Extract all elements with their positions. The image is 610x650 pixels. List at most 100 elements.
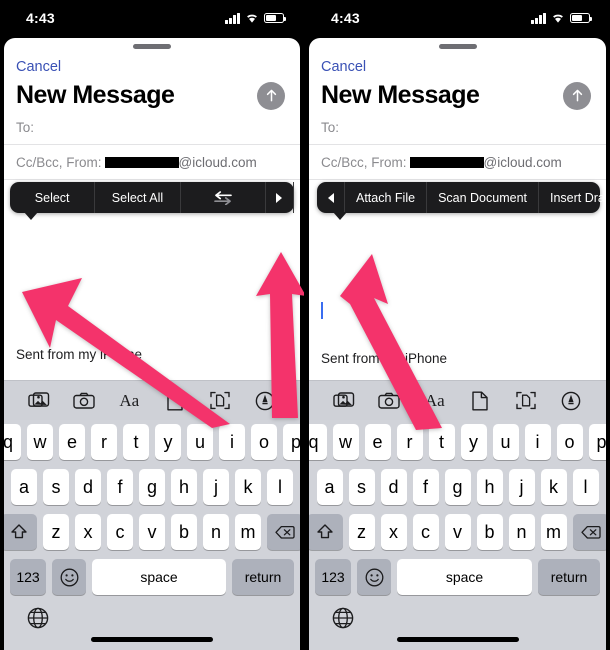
keyboard-row-2: a s d f g h j k l <box>312 469 603 505</box>
key-l[interactable]: l <box>572 469 599 505</box>
menu-item-scan-document[interactable]: Scan Document <box>427 182 539 213</box>
markup-pen-icon[interactable] <box>252 388 278 414</box>
key-r[interactable]: r <box>91 424 117 460</box>
shift-key[interactable] <box>4 514 37 550</box>
to-field[interactable]: To: <box>309 110 606 145</box>
key-a[interactable]: a <box>11 469 37 505</box>
key-c[interactable]: c <box>412 514 439 550</box>
document-icon[interactable] <box>162 388 188 414</box>
key-m[interactable]: m <box>540 514 567 550</box>
send-button[interactable] <box>563 81 591 110</box>
key-x[interactable]: x <box>380 514 407 550</box>
key-k[interactable]: k <box>540 469 567 505</box>
backspace-key[interactable] <box>267 514 300 550</box>
key-f[interactable]: f <box>412 469 439 505</box>
scan-document-icon[interactable] <box>207 388 233 414</box>
key-s[interactable]: s <box>43 469 69 505</box>
from-field[interactable]: Cc/Bcc, From: @icloud.com <box>4 145 300 180</box>
return-key[interactable]: return <box>232 559 294 595</box>
photos-icon[interactable] <box>26 388 52 414</box>
key-v[interactable]: v <box>139 514 165 550</box>
camera-icon[interactable] <box>71 388 97 414</box>
key-r[interactable]: r <box>396 424 423 460</box>
markup-pen-icon[interactable] <box>558 388 584 414</box>
menu-item-select[interactable]: Select <box>10 182 96 213</box>
key-d[interactable]: d <box>75 469 101 505</box>
numbers-key[interactable]: 123 <box>315 559 351 595</box>
key-o[interactable]: o <box>251 424 277 460</box>
key-q[interactable]: q <box>309 424 327 460</box>
to-field[interactable]: To: <box>4 110 300 145</box>
key-u[interactable]: u <box>187 424 213 460</box>
key-g[interactable]: g <box>444 469 471 505</box>
key-g[interactable]: g <box>139 469 165 505</box>
home-indicator[interactable] <box>91 637 213 642</box>
emoji-key[interactable] <box>357 559 391 595</box>
key-e[interactable]: e <box>59 424 85 460</box>
scan-document-icon[interactable] <box>513 388 539 414</box>
menu-item-attach-file[interactable]: Attach File <box>345 182 428 213</box>
send-button[interactable] <box>257 81 285 110</box>
key-p[interactable]: p <box>283 424 300 460</box>
key-a[interactable]: a <box>316 469 343 505</box>
key-b[interactable]: b <box>476 514 503 550</box>
key-x[interactable]: x <box>75 514 101 550</box>
space-key[interactable]: space <box>397 559 532 595</box>
key-i[interactable]: i <box>524 424 551 460</box>
cancel-button[interactable]: Cancel <box>309 49 606 75</box>
key-z[interactable]: z <box>43 514 69 550</box>
key-h[interactable]: h <box>171 469 197 505</box>
globe-language-icon[interactable] <box>331 606 355 630</box>
key-t[interactable]: t <box>123 424 149 460</box>
key-f[interactable]: f <box>107 469 133 505</box>
key-y[interactable]: y <box>155 424 181 460</box>
menu-item-insert-drawing[interactable]: Insert Drawing <box>539 182 606 213</box>
key-h[interactable]: h <box>476 469 503 505</box>
key-y[interactable]: y <box>460 424 487 460</box>
key-o[interactable]: o <box>556 424 583 460</box>
key-d[interactable]: d <box>380 469 407 505</box>
key-n[interactable]: n <box>508 514 535 550</box>
key-i[interactable]: i <box>219 424 245 460</box>
key-t[interactable]: t <box>428 424 455 460</box>
text-format-aa-icon[interactable]: Aa <box>116 388 142 414</box>
key-s[interactable]: s <box>348 469 375 505</box>
from-field[interactable]: Cc/Bcc, From: @icloud.com <box>309 145 606 180</box>
shift-key[interactable] <box>309 514 343 550</box>
menu-next-page-button[interactable] <box>266 182 294 213</box>
key-n[interactable]: n <box>203 514 229 550</box>
globe-language-icon[interactable] <box>26 606 50 630</box>
key-j[interactable]: j <box>508 469 535 505</box>
numbers-key[interactable]: 123 <box>10 559 46 595</box>
document-icon[interactable] <box>467 388 493 414</box>
text-context-menu[interactable]: Attach File Scan Document Insert Drawing <box>317 182 606 220</box>
key-e[interactable]: e <box>364 424 391 460</box>
text-context-menu[interactable]: Select Select All <box>10 182 294 220</box>
home-indicator[interactable] <box>396 637 519 642</box>
key-z[interactable]: z <box>348 514 375 550</box>
key-p[interactable]: p <box>588 424 606 460</box>
cancel-button[interactable]: Cancel <box>4 49 300 75</box>
key-u[interactable]: u <box>492 424 519 460</box>
key-v[interactable]: v <box>444 514 471 550</box>
photos-icon[interactable] <box>331 388 357 414</box>
key-m[interactable]: m <box>235 514 261 550</box>
key-w[interactable]: w <box>332 424 359 460</box>
key-k[interactable]: k <box>235 469 261 505</box>
email-signature: Sent from my iPhone <box>16 347 143 362</box>
backspace-key[interactable] <box>572 514 606 550</box>
text-format-aa-icon[interactable]: Aa <box>422 388 448 414</box>
key-c[interactable]: c <box>107 514 133 550</box>
return-key[interactable]: return <box>538 559 600 595</box>
key-q[interactable]: q <box>4 424 21 460</box>
space-key[interactable]: space <box>92 559 226 595</box>
camera-icon[interactable] <box>376 388 402 414</box>
key-b[interactable]: b <box>171 514 197 550</box>
menu-item-paste-arrows[interactable] <box>181 182 266 213</box>
key-l[interactable]: l <box>267 469 293 505</box>
menu-prev-page-button[interactable] <box>317 182 345 213</box>
menu-item-select-all[interactable]: Select All <box>95 182 181 213</box>
key-w[interactable]: w <box>27 424 53 460</box>
key-j[interactable]: j <box>203 469 229 505</box>
emoji-key[interactable] <box>52 559 86 595</box>
